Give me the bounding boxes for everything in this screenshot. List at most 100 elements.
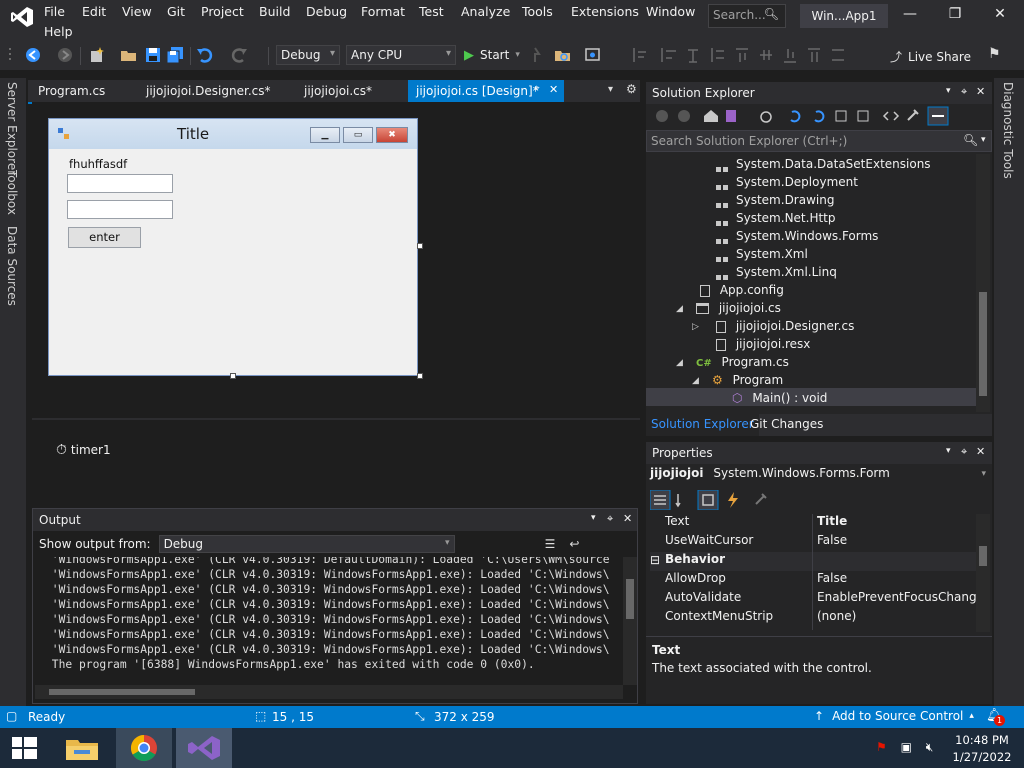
properties-object-selector[interactable]: jijojiojoi System.Windows.Forms.Form ▾ [650,466,988,486]
output-vertical-scrollbar[interactable] [623,557,637,685]
solution-vertical-scrollbar[interactable] [976,154,990,412]
output-horizontal-scrollbar[interactable] [35,685,623,699]
open-folder-icon[interactable] [120,46,138,64]
tree-item-program-file[interactable]: C# Program.cs [696,355,789,369]
chevron-down-icon[interactable]: ▾ [946,446,951,456]
tree-expander-open-icon[interactable]: ◢ [676,304,683,314]
tree-reference-item[interactable]: System.Windows.Forms [716,229,878,243]
menu-extensions[interactable]: Extensions [571,4,639,19]
form-textbox-2[interactable] [67,200,173,219]
scrollbar-thumb[interactable] [979,292,987,396]
redo-icon[interactable] [230,46,248,64]
server-explorer-tab[interactable]: Server Explorer [5,82,19,175]
tree-item-main-method[interactable]: ⬡ Main() : void [732,391,827,405]
configuration-dropdown[interactable]: Debug ▾ [276,45,340,65]
tab-git-changes[interactable]: Git Changes [750,417,823,431]
designed-form-window[interactable]: Title ▁ ▭ ✖ fhuhffasdf enter [48,118,418,376]
layout-align-toolbar-icons[interactable] [632,46,872,64]
chevron-down-icon[interactable]: ▾ [946,86,951,96]
tree-reference-item[interactable]: System.Deployment [716,175,858,189]
close-tab-icon[interactable]: ✕ [549,83,558,96]
data-sources-tab[interactable]: Data Sources [5,226,19,306]
tab-overflow-chevron-icon[interactable]: ▾ [608,84,613,95]
tree-reference-item[interactable]: System.Data.DataSetExtensions [716,157,931,171]
toolbox-tab[interactable]: Toolbox [5,170,19,215]
property-value[interactable]: EnablePreventFocusChange [817,590,984,604]
output-text-area[interactable]: 'WindowsFormsApp1.exe' (CLR v4.0.30319: … [33,557,623,681]
tree-item-app-config[interactable]: App.config [700,283,784,297]
folder-search-icon[interactable] [554,46,572,64]
diagnostic-tools-tab[interactable]: Diagnostic Tools [1001,82,1015,179]
tree-item-program-class[interactable]: ⚙ Program [712,373,783,387]
solution-name-badge[interactable]: Win...App1 [800,4,888,28]
chrome-icon[interactable] [116,728,172,768]
scrollbar-thumb[interactable] [49,689,195,695]
attach-icon[interactable] [526,46,544,64]
file-explorer-icon[interactable] [54,728,110,768]
chevron-down-icon[interactable]: ▾ [981,135,986,145]
tab-solution-explorer[interactable]: Solution Explorer [646,414,759,436]
menu-test[interactable]: Test [419,4,444,19]
browser-link-icon[interactable] [584,46,602,64]
notifications-bell-icon[interactable]: 🔔︎ 1 [986,708,1006,726]
property-row-contextmenustrip[interactable]: ContextMenuStrip (none) [650,609,976,628]
pin-icon[interactable]: ⌖ [534,83,540,94]
clear-all-icon[interactable]: ☰ [545,537,556,551]
property-row-usewaitcursor[interactable]: UseWaitCursor False [650,533,976,552]
tab-program-cs[interactable]: Program.cs [30,80,113,102]
menu-view[interactable]: View [122,4,152,19]
word-wrap-icon[interactable]: ↩ [569,537,579,551]
navigate-forward-icon[interactable] [56,46,74,64]
restore-icon[interactable]: ❐ [945,6,965,26]
tree-expander-open-icon[interactable]: ◢ [692,376,699,386]
windows-start-icon[interactable] [0,728,56,768]
property-row-text[interactable]: Text Title [650,514,976,533]
tab-designer-cs[interactable]: jijojiojoi.Designer.cs* [138,80,279,102]
close-panel-icon[interactable]: ✕ [976,445,985,458]
live-share-button[interactable]: ⤴ Live Share [890,48,971,65]
scrollbar-thumb[interactable] [979,546,987,566]
undo-icon[interactable] [196,46,214,64]
visual-studio-taskbar-icon[interactable] [176,728,232,768]
menu-format[interactable]: Format [361,4,405,19]
taskbar-clock[interactable]: 10:48 PM 1/27/2022 [950,733,1014,764]
property-row-autovalidate[interactable]: AutoValidate EnablePreventFocusChange [650,590,984,609]
chevron-down-icon[interactable]: ▾ [591,513,596,523]
platform-dropdown[interactable]: Any CPU ▾ [346,45,456,65]
pin-icon[interactable]: ⌖ [961,445,967,459]
resize-handle-corner[interactable] [417,373,423,379]
property-category-behavior[interactable]: ⊟ Behavior [650,552,976,571]
menu-build[interactable]: Build [259,4,290,19]
tree-reference-item[interactable]: System.Xml.Linq [716,265,837,279]
form-label[interactable]: fhuhffasdf [69,157,127,171]
pin-icon[interactable]: ⌖ [607,512,613,526]
tree-item-resx-file[interactable]: jijojiojoi.resx [716,337,810,351]
resize-handle-right[interactable] [417,243,423,249]
properties-toolbar-icons[interactable] [649,489,780,511]
menu-git[interactable]: Git [167,4,185,19]
menu-debug[interactable]: Debug [306,4,347,19]
form-textbox-1[interactable] [67,174,173,193]
menu-window[interactable]: Window [646,4,695,19]
system-tray-icons[interactable]: ⚑ ▣ 🔇︎ [876,740,933,755]
scrollbar-thumb[interactable] [626,579,634,619]
form-enter-button[interactable]: enter [68,227,141,248]
property-value[interactable]: Title [817,514,847,528]
form-client-area[interactable]: fhuhffasdf enter [55,151,411,371]
tree-reference-item[interactable]: System.Drawing [716,193,834,207]
tree-reference-item[interactable]: System.Xml [716,247,808,261]
close-panel-icon[interactable]: ✕ [976,85,985,98]
start-button[interactable]: ▶ Start ▾ [464,46,520,64]
settings-gear-icon[interactable]: ⚙ [626,82,637,96]
menu-edit[interactable]: Edit [82,4,106,19]
output-source-dropdown[interactable]: Debug ▾ [158,535,455,553]
property-value[interactable]: False [817,571,847,585]
tab-form-cs[interactable]: jijojiojoi.cs* [296,80,380,102]
feedback-icon[interactable]: ⚑ [988,46,1001,62]
property-grid-divider[interactable] [812,514,813,630]
solution-explorer-toolbar-icons[interactable] [652,106,952,126]
save-all-icon[interactable] [166,46,184,64]
close-icon[interactable]: ✕ [990,6,1010,26]
tree-reference-item[interactable]: System.Net.Http [716,211,836,225]
property-row-allowdrop[interactable]: AllowDrop False [650,571,976,590]
